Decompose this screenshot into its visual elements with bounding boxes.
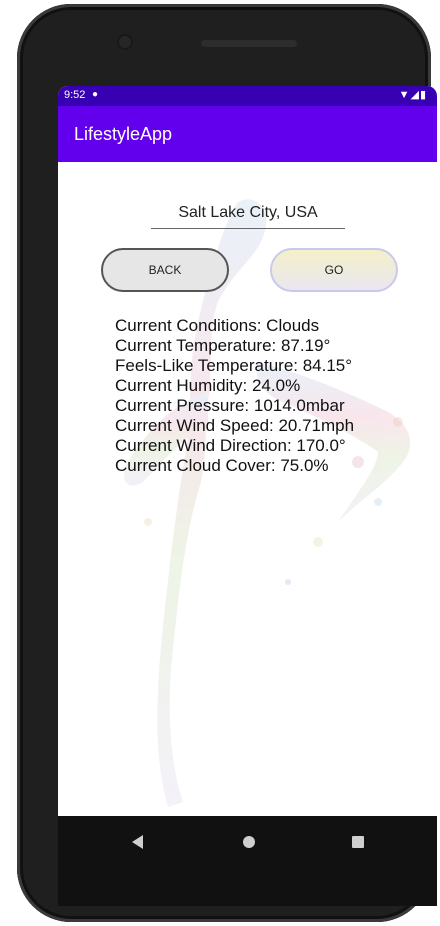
current-conditions: Current Conditions: Clouds	[115, 316, 320, 335]
device-screen: 9:52 ● ▼◢▮ LifestyleApp Salt Lake City, …	[58, 86, 437, 906]
feels-like-temperature: Feels-Like Temperature: 84.15°	[115, 356, 353, 375]
location-input[interactable]	[151, 200, 345, 229]
status-time: 9:52	[64, 89, 86, 101]
front-camera	[119, 36, 131, 48]
system-nav-bar	[58, 816, 437, 906]
recents-square-icon[interactable]	[352, 836, 364, 848]
weather-details: Current Conditions: Clouds Current Tempe…	[115, 316, 354, 476]
current-wind-speed: Current Wind Speed: 20.71mph	[115, 416, 355, 435]
current-pressure: Current Pressure: 1014.0mbar	[115, 396, 345, 415]
app-title: LifestyleApp	[74, 124, 173, 144]
phone-frame: 9:52 ● ▼◢▮ LifestyleApp Salt Lake City, …	[17, 4, 437, 922]
current-wind-direction: Current Wind Direction: 170.0°	[115, 436, 346, 455]
back-button[interactable]: BACK	[101, 248, 229, 292]
current-cloud-cover: Current Cloud Cover: 75.0%	[115, 456, 329, 475]
current-humidity: Current Humidity: 24.0%	[115, 376, 301, 395]
go-button[interactable]: GO	[270, 248, 398, 292]
signal-icon: ◢	[410, 89, 420, 101]
status-bar: 9:52 ● ▼◢▮	[58, 86, 437, 106]
settings-notification-icon: ●	[92, 89, 99, 100]
back-triangle-icon[interactable]	[132, 835, 143, 849]
current-temperature: Current Temperature: 87.19°	[115, 336, 331, 355]
main-content: BACK GO Current Conditions: Clouds Curre…	[58, 162, 437, 816]
app-bar: LifestyleApp	[58, 106, 437, 162]
wifi-icon: ▼	[398, 89, 411, 101]
earpiece-speaker	[201, 40, 297, 47]
home-circle-icon[interactable]	[243, 836, 255, 848]
battery-icon: ▮	[419, 89, 427, 101]
